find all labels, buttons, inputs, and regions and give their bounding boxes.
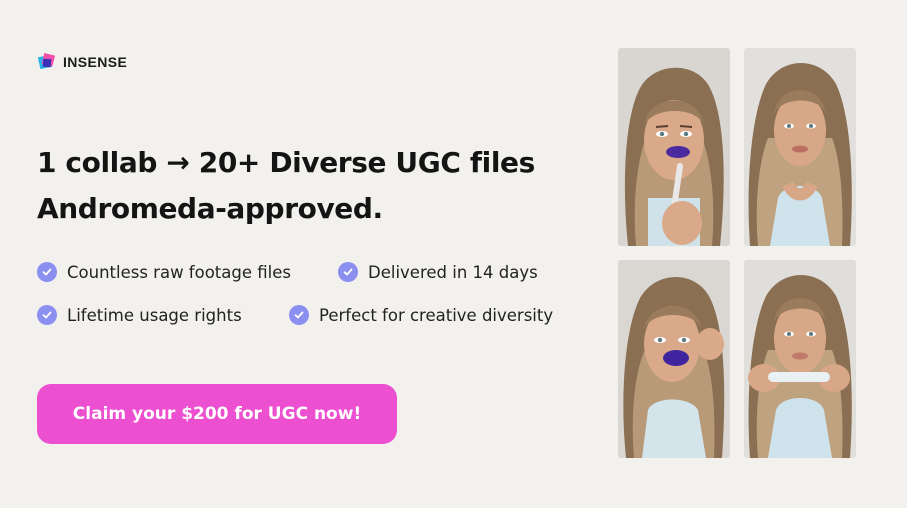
feature-item: Lifetime usage rights bbox=[37, 305, 242, 325]
ugc-photo bbox=[744, 260, 856, 458]
woman-applying-lipstick-image bbox=[618, 48, 730, 246]
headline-line-1: 1 collab → 20+ Diverse UGC files bbox=[37, 146, 535, 179]
check-circle-icon bbox=[289, 305, 309, 325]
feature-label: Delivered in 14 days bbox=[368, 262, 538, 282]
headline: 1 collab → 20+ Diverse UGC files Androme… bbox=[37, 140, 577, 232]
woman-opening-lip-product-image bbox=[744, 260, 856, 458]
brand-logo: INSENSE bbox=[37, 52, 127, 72]
woman-portrait-image bbox=[744, 48, 856, 246]
feature-item: Countless raw footage files bbox=[37, 262, 291, 282]
check-circle-icon bbox=[338, 262, 358, 282]
ugc-photo bbox=[618, 48, 730, 246]
ugc-photo bbox=[618, 260, 730, 458]
check-circle-icon bbox=[37, 305, 57, 325]
headline-line-2: Andromeda-approved. bbox=[37, 192, 383, 225]
feature-label: Countless raw footage files bbox=[67, 262, 291, 282]
feature-label: Perfect for creative diversity bbox=[319, 305, 554, 325]
woman-with-purple-lips-image bbox=[618, 260, 730, 458]
insense-logo-icon bbox=[37, 52, 56, 70]
feature-item: Delivered in 14 days bbox=[338, 262, 538, 282]
ugc-photo bbox=[744, 48, 856, 246]
check-circle-icon bbox=[37, 262, 57, 282]
brand-name: INSENSE bbox=[63, 54, 128, 70]
feature-label: Lifetime usage rights bbox=[67, 305, 242, 325]
claim-ugc-button[interactable]: Claim your $200 for UGC now! bbox=[37, 384, 397, 444]
feature-item: Perfect for creative diversity bbox=[289, 305, 553, 325]
